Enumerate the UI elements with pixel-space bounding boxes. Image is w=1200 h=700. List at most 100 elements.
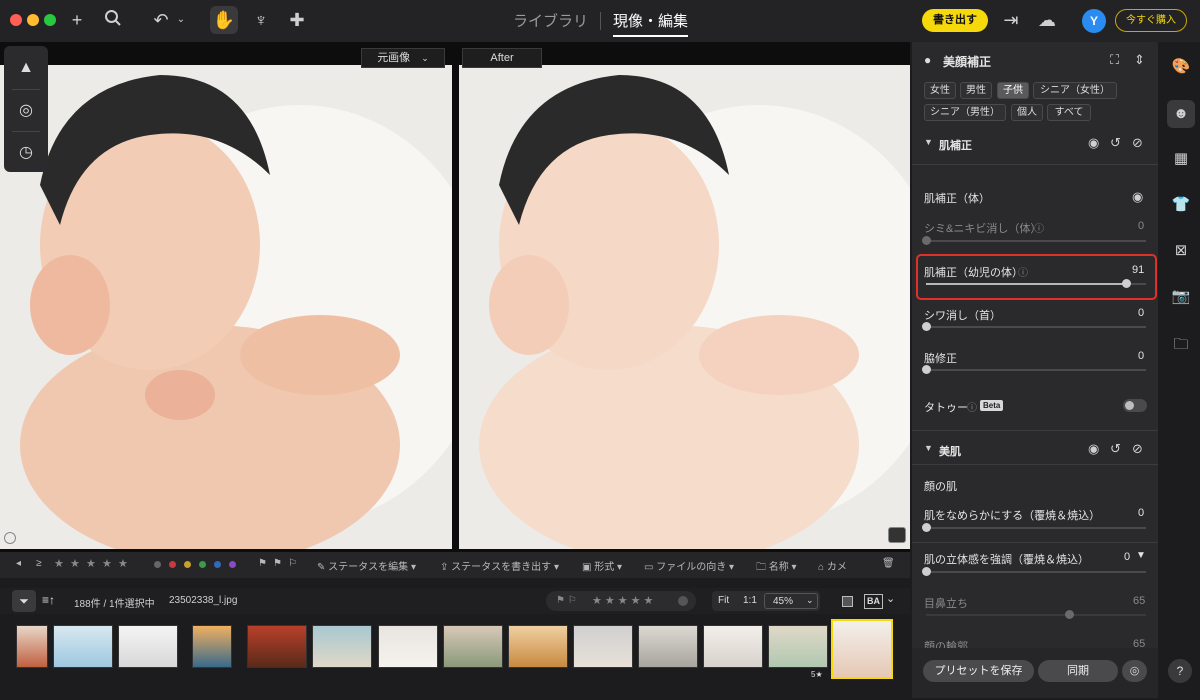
color-label-dot[interactable]	[169, 561, 176, 568]
chip-senior-female[interactable]: シニア（女性）	[1033, 82, 1117, 99]
filmstrip-thumbnail[interactable]	[443, 625, 503, 668]
star-icon[interactable]: ★	[86, 557, 96, 570]
chip-all[interactable]: すべて	[1047, 104, 1091, 121]
help-icon[interactable]: ⓘ	[1034, 220, 1044, 235]
info-icon[interactable]	[4, 532, 16, 544]
save-preset-button[interactable]: プリセットを保存	[923, 660, 1034, 682]
search-icon[interactable]	[102, 9, 124, 32]
face-retouch-icon[interactable]: ☻	[1167, 100, 1195, 128]
format-filter[interactable]: ▣ 形式 ▾	[582, 558, 622, 573]
tab-library[interactable]: ライブラリ	[513, 10, 588, 31]
filmstrip-thumbnail[interactable]	[638, 625, 698, 668]
color-label-dot[interactable]	[199, 561, 206, 568]
slider-track[interactable]	[922, 567, 1146, 576]
star-icon[interactable]: ★	[102, 557, 112, 570]
stamp-tool-icon[interactable]: ♆	[250, 9, 272, 31]
color-label-dot[interactable]	[154, 561, 161, 568]
slider-track[interactable]	[922, 236, 1146, 245]
chip-female[interactable]: 女性	[924, 82, 956, 99]
slider-track[interactable]	[926, 279, 1146, 288]
slider-knob[interactable]	[1065, 610, 1074, 619]
sync-settings-icon[interactable]: ◎	[1122, 660, 1147, 682]
zoom-window-button[interactable]	[44, 14, 56, 26]
mask-tool-icon[interactable]: ◎	[4, 90, 48, 130]
chevron-down-icon[interactable]: ⌄	[886, 592, 895, 605]
rating-stars[interactable]: ★★★★★	[592, 594, 656, 607]
crop-icon[interactable]: ⊠	[1170, 240, 1192, 262]
add-icon[interactable]: +	[66, 9, 88, 31]
filmstrip-thumbnail[interactable]	[16, 625, 48, 668]
name-filter[interactable]: 🗀 名称 ▾	[756, 558, 797, 577]
history-icon[interactable]: ◷	[4, 132, 48, 172]
export-status-filter[interactable]: ⇪ ステータスを書き出す ▾	[440, 558, 559, 573]
slider-knob[interactable]	[922, 523, 931, 532]
filmstrip-thumbnail[interactable]	[192, 625, 232, 668]
auto-adjust-icon[interactable]: ▲	[4, 48, 48, 88]
filmstrip-thumbnail[interactable]	[768, 625, 828, 668]
reset-icon[interactable]: ↺	[1110, 135, 1121, 151]
filmstrip-thumbnail[interactable]	[118, 625, 178, 668]
flag-icon[interactable]: ⚑	[258, 558, 267, 569]
filmstrip-thumbnail[interactable]	[247, 625, 307, 668]
cloud-icon[interactable]: ☁	[1036, 9, 1058, 31]
clear-filter-icon[interactable]: 🗑	[882, 558, 895, 569]
collapse-icon[interactable]: ⇕	[1134, 52, 1145, 68]
slider-track[interactable]	[922, 365, 1146, 374]
filmstrip-thumbnail-selected[interactable]	[831, 619, 893, 679]
camera-icon[interactable]: 📷	[1170, 286, 1192, 308]
zoom-select[interactable]: 45% ⌄	[764, 593, 818, 609]
disable-icon[interactable]: ⊘	[1132, 441, 1143, 457]
clothing-icon[interactable]: 👕	[1170, 194, 1192, 216]
color-label-dot[interactable]	[678, 596, 688, 606]
zoom-1to1-button[interactable]: 1:1	[743, 595, 757, 606]
avatar[interactable]: Y	[1082, 9, 1106, 33]
sync-button[interactable]: 同期	[1038, 660, 1118, 682]
chip-male[interactable]: 男性	[960, 82, 992, 99]
filmstrip-thumbnail[interactable]	[378, 625, 438, 668]
compare-divider[interactable]	[452, 65, 459, 549]
filmstrip-thumbnail[interactable]	[703, 625, 763, 668]
chip-individual[interactable]: 個人	[1011, 104, 1043, 121]
tattoo-toggle[interactable]	[1123, 399, 1147, 412]
help-icon[interactable]: ⓘ	[967, 399, 977, 414]
buy-now-button[interactable]: 今すぐ購入	[1115, 9, 1187, 32]
color-label-dot[interactable]	[214, 561, 221, 568]
close-window-button[interactable]	[10, 14, 22, 26]
help-button[interactable]: ?	[1168, 659, 1192, 683]
hand-tool-icon[interactable]: ✋	[210, 6, 238, 34]
flag-icon[interactable]: ⚑ ⚐	[556, 595, 577, 606]
visibility-icon[interactable]: ◉	[1088, 135, 1099, 151]
disable-icon[interactable]: ⊘	[1132, 135, 1143, 151]
chevron-down-icon[interactable]: ▼	[1136, 550, 1146, 561]
palette-icon[interactable]: 🎨	[1170, 56, 1192, 78]
face-detect-icon[interactable]: ⛶	[1110, 52, 1119, 68]
slider-knob[interactable]	[922, 567, 931, 576]
chevron-down-icon[interactable]: ⌄	[174, 9, 188, 31]
star-icon[interactable]: ★	[70, 557, 80, 570]
slider-knob[interactable]	[922, 365, 931, 374]
filmstrip-thumbnail[interactable]	[508, 625, 568, 668]
compare-view-icon[interactable]	[888, 527, 906, 543]
filmstrip-thumbnail[interactable]	[312, 625, 372, 668]
export-button[interactable]: 書き出す	[922, 9, 988, 32]
bandage-tool-icon[interactable]: ✚	[286, 9, 308, 31]
rating-filter-icon[interactable]: ≥	[36, 558, 42, 569]
minimize-window-button[interactable]	[27, 14, 39, 26]
star-icon[interactable]: ★	[118, 557, 128, 570]
filter-icon[interactable]: ⏷	[12, 590, 36, 612]
before-after-view-button[interactable]: BA	[864, 594, 883, 609]
expand-arrow-icon[interactable]: ▼	[924, 443, 933, 453]
reset-icon[interactable]: ↺	[1110, 441, 1121, 457]
slider-track[interactable]	[922, 523, 1146, 532]
slider-track[interactable]	[922, 322, 1146, 331]
help-icon[interactable]: ⓘ	[1018, 264, 1028, 279]
orientation-filter[interactable]: ▭ ファイルの向き ▾	[644, 558, 734, 573]
scroll-left-icon[interactable]: ◂	[16, 558, 21, 569]
slider-knob[interactable]	[922, 236, 931, 245]
color-label-dot[interactable]	[184, 561, 191, 568]
color-label-dot[interactable]	[229, 561, 236, 568]
star-icon[interactable]: ★	[54, 557, 64, 570]
visibility-icon[interactable]: ◉	[1132, 189, 1143, 205]
flag-icon[interactable]: ⚐	[288, 558, 297, 569]
chip-senior-male[interactable]: シニア（男性）	[924, 104, 1006, 121]
